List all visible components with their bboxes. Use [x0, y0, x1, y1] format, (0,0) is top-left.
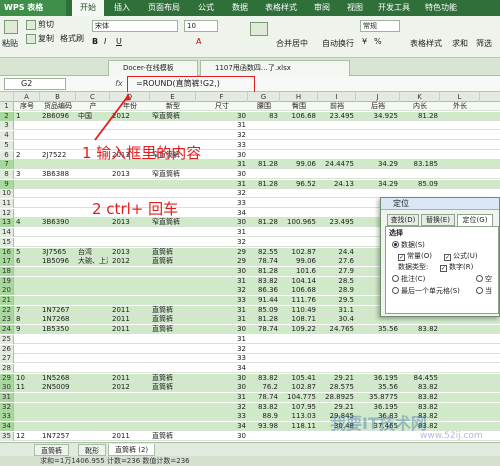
section-label: 选择 [389, 229, 403, 237]
radio-data[interactable] [392, 241, 399, 248]
option-last-cell[interactable]: 最后一个单元格(S) [392, 287, 460, 296]
option-comment[interactable]: 批注(C) [392, 275, 425, 284]
tab-replace[interactable]: 替换(E) [421, 214, 455, 226]
radio-current[interactable] [476, 287, 483, 294]
sheet-tab-2[interactable]: 靴形 [78, 444, 106, 456]
tab-goto[interactable]: 定位(G) [457, 214, 493, 226]
watermark-url: www.52ij.com [420, 431, 483, 441]
dialog-title[interactable]: 定位 [381, 198, 499, 210]
checkbox-constant[interactable]: ✓ [398, 254, 405, 261]
sheet-tab-1[interactable]: 直筒裤 [34, 444, 69, 456]
radio-last-cell[interactable] [392, 287, 399, 294]
option-current[interactable]: 当 [476, 287, 492, 296]
dialog-body: 选择 数据(S) ✓ 常量(O) ✓ 公式(U) 数据类型: ✓ 数字(R) 批注(C… [385, 226, 499, 314]
option-null[interactable]: 空 [476, 275, 492, 284]
option-number[interactable]: ✓ 数字(R) [440, 263, 473, 272]
option-data[interactable]: 数据(S) [392, 241, 425, 250]
radio-comment[interactable] [392, 275, 399, 282]
sheet-tab-bar: 直筒裤 靴形 直筒裤 (2) [0, 442, 500, 456]
status-bar: 求和=1万1406.955 计数=236 数值计数=236 [0, 456, 500, 466]
goto-dialog: 定位 查找(D) 替换(E) 定位(G) 选择 数据(S) ✓ 常量(O) ✓ 公式… [380, 197, 500, 317]
checkbox-number[interactable]: ✓ [440, 265, 447, 272]
radio-null[interactable] [476, 275, 483, 282]
watermark: 我要IT技术网 [330, 414, 427, 433]
data-type-label: 数据类型: [398, 263, 429, 271]
option-constant[interactable]: ✓ 常量(O) [398, 252, 432, 261]
option-formula[interactable]: ✓ 公式(U) [444, 252, 478, 261]
sheet-tab-3[interactable]: 直筒裤 (2) [108, 444, 156, 456]
tab-find[interactable]: 查找(D) [387, 214, 419, 226]
checkbox-formula[interactable]: ✓ [444, 254, 451, 261]
